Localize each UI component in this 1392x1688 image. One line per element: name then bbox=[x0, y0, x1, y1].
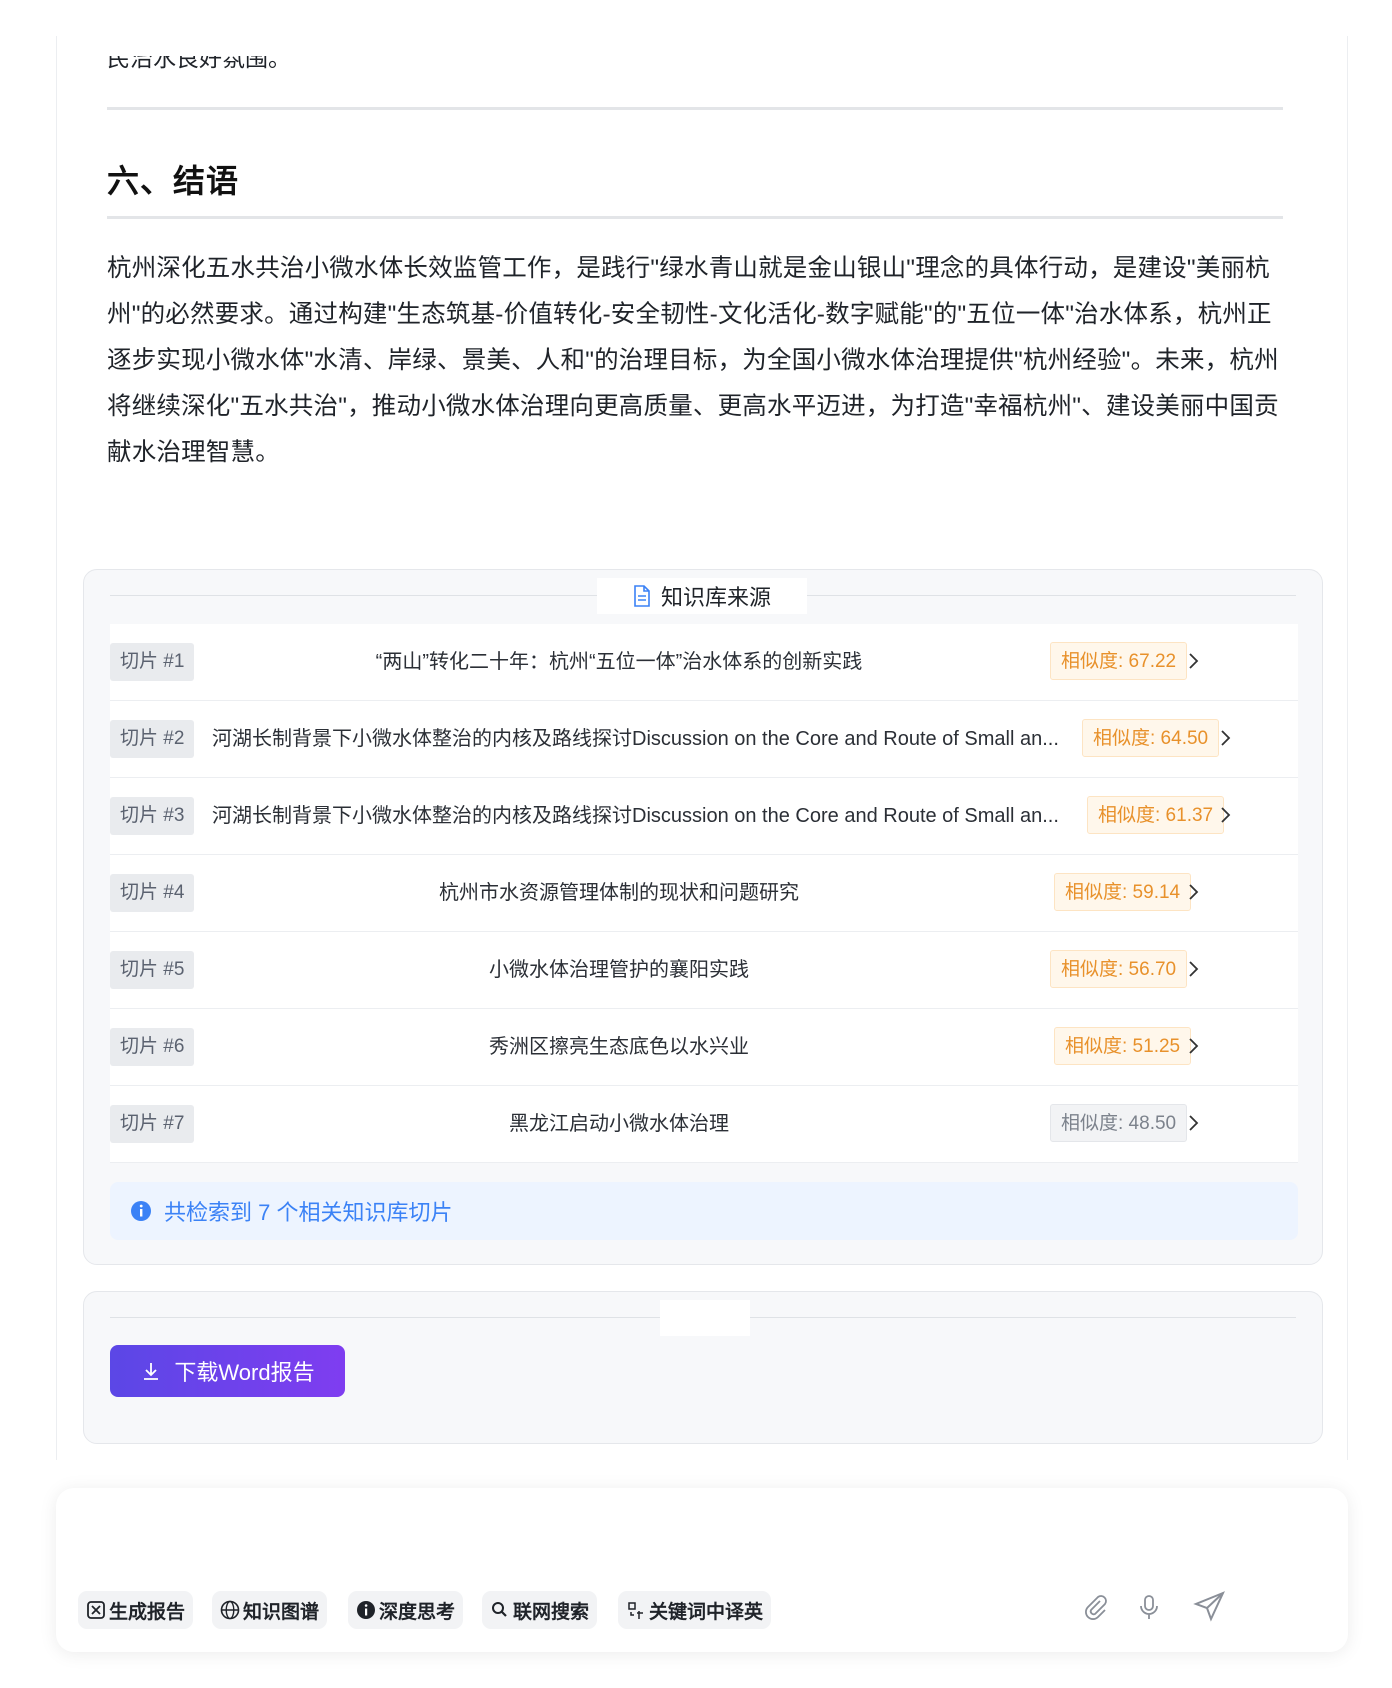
chat-input-panel[interactable]: 生成报告 知识图谱 深度思考 联网搜索 关键词中译英 bbox=[56, 1488, 1348, 1652]
chip-label: 知识图谱 bbox=[243, 1601, 320, 1623]
slice-tag: 切片 #6 bbox=[110, 1028, 195, 1066]
slice-list: 切片 #1 “两山”转化二十年：杭州“五位一体”治水体系的创新实践 相似度: 6… bbox=[110, 624, 1298, 1163]
document-icon bbox=[634, 585, 650, 607]
similarity-badge: 相似度: 59.14 bbox=[1054, 873, 1192, 911]
search-icon bbox=[492, 1602, 507, 1617]
slice-title: 黑龙江启动小微水体治理 bbox=[509, 1113, 729, 1135]
slice-tag: 切片 #2 bbox=[110, 720, 195, 758]
keyword-translate-chip[interactable]: 关键词中译英 bbox=[618, 1591, 772, 1629]
conclusion-paragraph: 杭州深化五水共治小微水体长效监管工作，是践行"绿水青山就是金山银山"理念的具体行… bbox=[107, 255, 1279, 466]
chevron-right-icon[interactable] bbox=[1182, 958, 1204, 980]
paperclip-icon[interactable] bbox=[1081, 1592, 1111, 1622]
chevron-right-icon[interactable] bbox=[1182, 881, 1204, 903]
chevron-right-icon[interactable] bbox=[1214, 804, 1236, 826]
slice-row[interactable]: 切片 #2 河湖长制背景下小微水体整治的内核及路线探讨Discussion on… bbox=[110, 701, 1298, 778]
globe-icon bbox=[220, 1600, 240, 1620]
heading-divider bbox=[107, 216, 1283, 219]
slice-title: 河湖长制背景下小微水体整治的内核及路线探讨Discussion on the C… bbox=[212, 728, 1059, 750]
slice-row[interactable]: 切片 #6 秀洲区擦亮生态底色以水兴业 相似度: 51.25 bbox=[110, 1009, 1298, 1086]
download-header bbox=[660, 1300, 750, 1336]
similarity-badge: 相似度: 51.25 bbox=[1054, 1027, 1192, 1065]
chevron-right-icon[interactable] bbox=[1182, 650, 1204, 672]
knowledge-graph-chip[interactable]: 知识图谱 bbox=[212, 1591, 328, 1629]
info-icon bbox=[131, 1201, 151, 1221]
slice-title: 河湖长制背景下小微水体整治的内核及路线探讨Discussion on the C… bbox=[212, 805, 1059, 827]
knowledge-base-sources: 知识库来源 切片 #1 “两山”转化二十年：杭州“五位一体”治水体系的创新实践 … bbox=[83, 569, 1323, 1265]
previous-paragraph-fragment: 民治水良好氛围。 bbox=[107, 56, 291, 71]
slice-title: “两山”转化二十年：杭州“五位一体”治水体系的创新实践 bbox=[375, 651, 863, 673]
slice-row[interactable]: 切片 #1 “两山”转化二十年：杭州“五位一体”治水体系的创新实践 相似度: 6… bbox=[110, 624, 1298, 701]
chip-label: 关键词中译英 bbox=[649, 1601, 764, 1623]
slice-title: 秀洲区擦亮生态底色以水兴业 bbox=[489, 1036, 749, 1058]
info-icon bbox=[357, 1601, 375, 1619]
web-search-chip[interactable]: 联网搜索 bbox=[482, 1591, 598, 1629]
retrieval-summary: 共检索到 7 个相关知识库切片 bbox=[110, 1182, 1298, 1240]
download-section: 下载Word报告 bbox=[83, 1291, 1323, 1444]
chevron-right-icon[interactable] bbox=[1182, 1035, 1204, 1057]
slice-tag: 切片 #4 bbox=[110, 874, 195, 912]
similarity-badge: 相似度: 48.50 bbox=[1050, 1104, 1188, 1142]
download-word-report-button[interactable]: 下载Word报告 bbox=[110, 1345, 345, 1397]
slice-title: 小微水体治理管护的襄阳实践 bbox=[489, 959, 749, 981]
slice-row[interactable]: 切片 #3 河湖长制背景下小微水体整治的内核及路线探讨Discussion on… bbox=[110, 778, 1298, 855]
download-icon bbox=[144, 1363, 159, 1380]
chip-label: 联网搜索 bbox=[513, 1601, 590, 1623]
similarity-badge: 相似度: 61.37 bbox=[1087, 796, 1225, 834]
generate-report-chip[interactable]: 生成报告 bbox=[78, 1591, 194, 1629]
report-icon bbox=[87, 1601, 105, 1619]
deep-thinking-chip[interactable]: 深度思考 bbox=[348, 1591, 464, 1629]
similarity-badge: 相似度: 56.70 bbox=[1050, 950, 1188, 988]
translate-icon bbox=[628, 1602, 643, 1619]
slice-tag: 切片 #3 bbox=[110, 797, 195, 835]
similarity-badge: 相似度: 64.50 bbox=[1082, 719, 1220, 757]
slice-row[interactable]: 切片 #7 黑龙江启动小微水体治理 相似度: 48.50 bbox=[110, 1086, 1298, 1163]
section-divider bbox=[107, 107, 1283, 110]
slice-tag: 切片 #1 bbox=[110, 643, 195, 681]
microphone-icon[interactable] bbox=[1134, 1592, 1164, 1622]
chip-label: 深度思考 bbox=[379, 1601, 456, 1623]
slice-tag: 切片 #5 bbox=[110, 951, 195, 989]
section-heading: 六、结语 bbox=[107, 163, 240, 199]
slice-title: 杭州市水资源管理体制的现状和问题研究 bbox=[439, 882, 799, 904]
slice-tag: 切片 #7 bbox=[110, 1105, 195, 1143]
kb-title: 知识库来源 bbox=[660, 585, 771, 610]
slice-row[interactable]: 切片 #4 杭州市水资源管理体制的现状和问题研究 相似度: 59.14 bbox=[110, 855, 1298, 932]
kb-header: 知识库来源 bbox=[597, 578, 807, 614]
chevron-right-icon[interactable] bbox=[1182, 1112, 1204, 1134]
summary-text: 共检索到 7 个相关知识库切片 bbox=[164, 1200, 453, 1225]
send-icon[interactable] bbox=[1193, 1589, 1227, 1623]
chip-label: 生成报告 bbox=[109, 1601, 186, 1623]
download-button-label: 下载Word报告 bbox=[174, 1360, 315, 1385]
chevron-right-icon[interactable] bbox=[1214, 727, 1236, 749]
slice-row[interactable]: 切片 #5 小微水体治理管护的襄阳实践 相似度: 56.70 bbox=[110, 932, 1298, 1009]
similarity-badge: 相似度: 67.22 bbox=[1050, 642, 1188, 680]
